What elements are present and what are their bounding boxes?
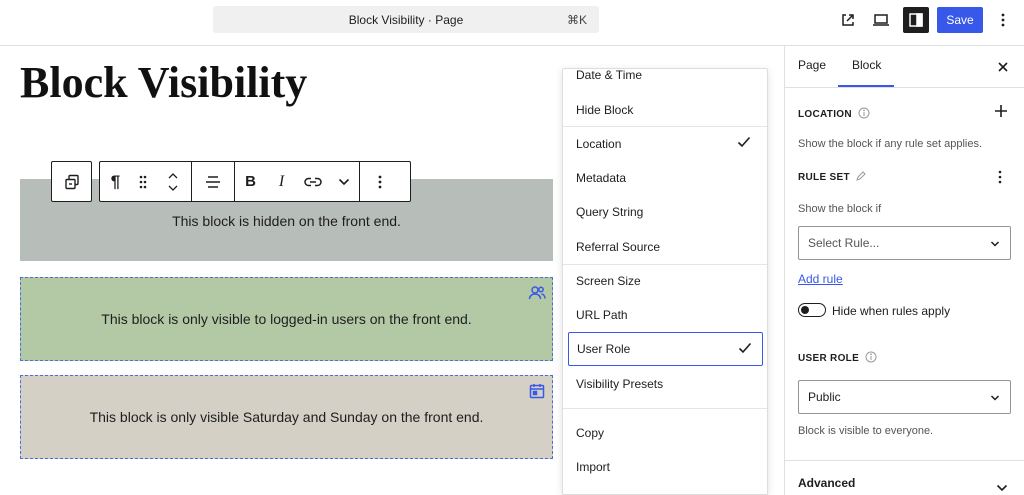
info-icon[interactable] — [865, 351, 877, 366]
block-text: This block is only visible Saturday and … — [89, 409, 484, 425]
menu-item-metadata[interactable]: Metadata — [563, 161, 767, 195]
ruleset-label: RULE SET — [798, 172, 850, 183]
move-arrows-icon[interactable] — [155, 162, 191, 201]
toolbar-group-move: ¶ — [100, 162, 192, 201]
menu-item-label: Referral Source — [576, 240, 661, 254]
menu-divider — [563, 408, 767, 409]
menu-item-screen-size[interactable]: Screen Size — [563, 264, 767, 298]
sidebar-toggle-icon[interactable] — [903, 7, 929, 33]
visibility-controls-menu: Date & Time Hide Block Location Metadata… — [562, 68, 768, 495]
block-toolbar: ¶ B I — [99, 161, 411, 202]
select-rule-dropdown[interactable]: Select Rule... — [798, 226, 1011, 260]
bold-icon[interactable]: B — [235, 162, 266, 201]
calendar-icon — [528, 382, 546, 400]
menu-item-label: Visibility Presets — [576, 377, 664, 391]
user-role-select[interactable]: Public — [798, 380, 1011, 414]
location-help: Show the block if any rule set applies. — [798, 138, 983, 150]
close-icon[interactable] — [998, 59, 1008, 77]
menu-item-url-path[interactable]: URL Path — [563, 298, 767, 332]
user-role-help: Block is visible to everyone. — [798, 425, 934, 437]
add-rule-link[interactable]: Add rule — [798, 272, 843, 286]
link-icon[interactable] — [297, 162, 328, 201]
toolbar-group-align — [192, 162, 235, 201]
settings-sidebar: Page Block LOCATION Show the block if an… — [784, 46, 1024, 495]
chevron-down-icon — [990, 391, 1000, 405]
page-title[interactable]: Block Visibility — [20, 58, 307, 108]
menu-item-visibility-presets[interactable]: Visibility Presets — [563, 367, 767, 401]
menu-item-label: URL Path — [576, 308, 628, 322]
toggle-knob — [801, 306, 809, 314]
advanced-divider — [785, 460, 1024, 461]
menu-item-label: Import — [576, 460, 611, 474]
menu-item-import[interactable]: Import — [563, 450, 767, 484]
ruleset-help: Show the block if — [798, 203, 882, 215]
menu-item-label: Metadata — [576, 171, 627, 185]
more-options-icon[interactable] — [360, 162, 400, 201]
chevron-down-icon — [990, 237, 1000, 251]
tab-divider — [785, 87, 1024, 88]
block-text: This block is hidden on the front end. — [172, 213, 401, 229]
italic-icon[interactable]: I — [266, 162, 297, 201]
hide-when-rules-apply-toggle[interactable] — [798, 303, 826, 317]
block-text: This block is only visible to logged-in … — [101, 311, 472, 327]
save-button[interactable]: Save — [937, 7, 983, 33]
weekend-block[interactable]: This block is only visible Saturday and … — [20, 375, 553, 459]
command-palette[interactable]: Block Visibility · Page ⌘K — [213, 6, 599, 33]
paragraph-icon[interactable]: ¶ — [100, 162, 131, 201]
location-heading: LOCATION — [798, 107, 870, 122]
toolbar-group-options — [360, 162, 400, 201]
menu-item-label: Location — [576, 137, 622, 151]
menu-item-label: Screen Size — [576, 274, 641, 288]
menu-item-label: Hide Block — [576, 103, 634, 117]
toolbar-group-format: B I — [235, 162, 360, 201]
menu-item-date-time[interactable]: Date & Time — [563, 68, 767, 92]
menu-item-label: Date & Time — [576, 68, 643, 82]
align-icon[interactable] — [192, 162, 234, 201]
info-icon[interactable] — [858, 107, 870, 122]
advanced-panel-toggle[interactable]: Advanced — [798, 476, 855, 490]
location-label: LOCATION — [798, 109, 852, 120]
ruleset-heading: RULE SET — [798, 171, 866, 184]
menu-item-query-string[interactable]: Query String — [563, 195, 767, 229]
hide-toggle-label: Hide when rules apply — [832, 304, 951, 318]
pencil-icon[interactable] — [856, 171, 866, 184]
menu-item-label: Copy — [576, 426, 605, 440]
block-transform-icon[interactable] — [52, 162, 91, 201]
ruleset-options-icon[interactable] — [998, 170, 1002, 189]
menu-item-copy[interactable]: Copy — [563, 416, 767, 450]
top-bar: Block Visibility · Page ⌘K Save — [0, 0, 1024, 46]
more-vertical-icon[interactable] — [990, 7, 1016, 33]
command-shortcut: ⌘K — [566, 13, 587, 27]
users-icon — [528, 284, 546, 302]
menu-item-user-role[interactable]: User Role — [568, 332, 763, 366]
tab-block[interactable]: Block — [852, 58, 881, 72]
command-title: Block Visibility · Page — [348, 13, 464, 27]
drag-handle-icon[interactable] — [131, 162, 155, 201]
chevron-down-icon[interactable] — [328, 162, 359, 201]
checkmark-icon — [737, 136, 751, 151]
chevron-down-icon[interactable] — [996, 479, 1008, 495]
external-link-icon[interactable] — [835, 7, 861, 33]
tab-page[interactable]: Page — [798, 58, 826, 72]
menu-item-referral-source[interactable]: Referral Source — [563, 230, 767, 264]
user-role-value: Public — [808, 390, 841, 404]
user-role-label: USER ROLE — [798, 353, 860, 364]
menu-item-location[interactable]: Location — [563, 127, 767, 161]
add-icon[interactable] — [994, 104, 1008, 123]
menu-item-label: Query String — [576, 205, 644, 219]
menu-item-hide-block[interactable]: Hide Block — [563, 93, 767, 127]
user-role-heading: USER ROLE — [798, 351, 877, 366]
desktop-preview-icon[interactable] — [868, 7, 894, 33]
select-rule-placeholder: Select Rule... — [808, 236, 880, 250]
menu-item-label: User Role — [577, 342, 631, 356]
checkmark-icon — [738, 342, 752, 357]
block-transform-toolbar — [51, 161, 92, 202]
logged-in-block[interactable]: This block is only visible to logged-in … — [20, 277, 553, 361]
